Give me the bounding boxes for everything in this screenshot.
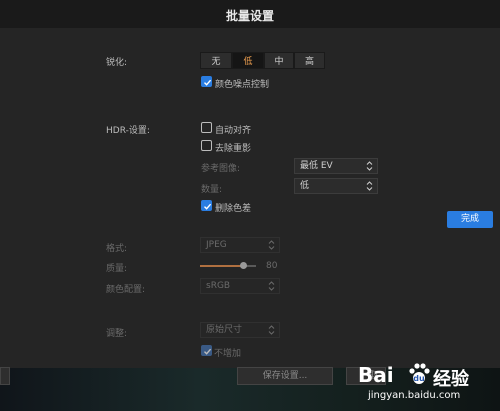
format-value: JPEG <box>206 240 227 250</box>
sharpen-option-medium[interactable]: 中 <box>264 52 294 69</box>
color-profile-select[interactable]: sRGB <box>200 278 280 294</box>
reference-image-value: 最低 EV <box>300 161 333 171</box>
save-settings-button[interactable]: 保存设置... <box>237 367 333 385</box>
resize-value: 原始尺寸 <box>206 325 243 335</box>
up-down-chevron-icon <box>366 181 373 191</box>
up-down-chevron-icon <box>366 161 373 171</box>
watermark-brand: Bai <box>358 363 394 387</box>
amount-label: 数量: <box>201 185 223 195</box>
svg-text:du: du <box>413 374 425 383</box>
quality-slider-thumb[interactable] <box>239 262 247 269</box>
remove-ghost-label: 去除重影 <box>215 144 252 154</box>
format-label: 格式: <box>106 244 128 254</box>
left-edge-button[interactable] <box>0 367 10 385</box>
sharpen-label: 锐化: <box>106 58 128 68</box>
quality-value: 80 <box>266 261 278 271</box>
up-down-chevron-icon <box>268 281 275 291</box>
dialog-title: 批量设置 <box>225 9 274 23</box>
paw-logo-icon: du <box>409 363 430 384</box>
color-profile-label: 颜色配置: <box>106 285 146 295</box>
quality-label: 质量: <box>106 264 128 274</box>
done-button[interactable]: 完成 <box>447 211 493 228</box>
format-select[interactable]: JPEG <box>200 237 280 253</box>
no-enlarge-checkbox[interactable] <box>201 345 212 356</box>
remove-chroma-checkbox[interactable] <box>201 200 212 211</box>
color-noise-label: 颜色噪点控制 <box>215 80 270 90</box>
remove-ghost-checkbox[interactable] <box>201 140 212 151</box>
up-down-chevron-icon <box>268 240 275 250</box>
sharpen-option-none[interactable]: 无 <box>200 52 232 69</box>
watermark-url: jingyan.baidu.com <box>368 390 461 401</box>
reference-image-label: 参考图像: <box>201 164 241 174</box>
auto-align-checkbox[interactable] <box>201 122 212 133</box>
no-enlarge-label: 不增加 <box>214 349 242 359</box>
color-noise-checkbox[interactable] <box>201 76 212 87</box>
check-icon <box>204 203 212 210</box>
color-profile-value: sRGB <box>206 281 231 291</box>
sharpen-option-low[interactable]: 低 <box>232 52 264 69</box>
hdr-label: HDR-设置: <box>106 126 150 136</box>
resize-select[interactable]: 原始尺寸 <box>200 322 280 338</box>
reference-image-select[interactable]: 最低 EV <box>294 158 378 174</box>
auto-align-label: 自动对齐 <box>215 126 252 136</box>
resize-label: 调整: <box>106 329 128 339</box>
check-icon <box>204 79 212 86</box>
quality-slider-fill <box>200 265 243 267</box>
remove-chroma-label: 删除色差 <box>215 204 252 214</box>
amount-select[interactable]: 低 <box>294 178 378 194</box>
title-bar: 批量设置 <box>0 0 500 28</box>
watermark-brand-suffix: 经验 <box>433 369 469 390</box>
sharpen-option-high[interactable]: 高 <box>294 52 325 69</box>
quality-slider-track[interactable] <box>200 265 256 267</box>
amount-value: 低 <box>300 181 310 191</box>
up-down-chevron-icon <box>268 325 275 335</box>
check-icon <box>204 348 212 355</box>
